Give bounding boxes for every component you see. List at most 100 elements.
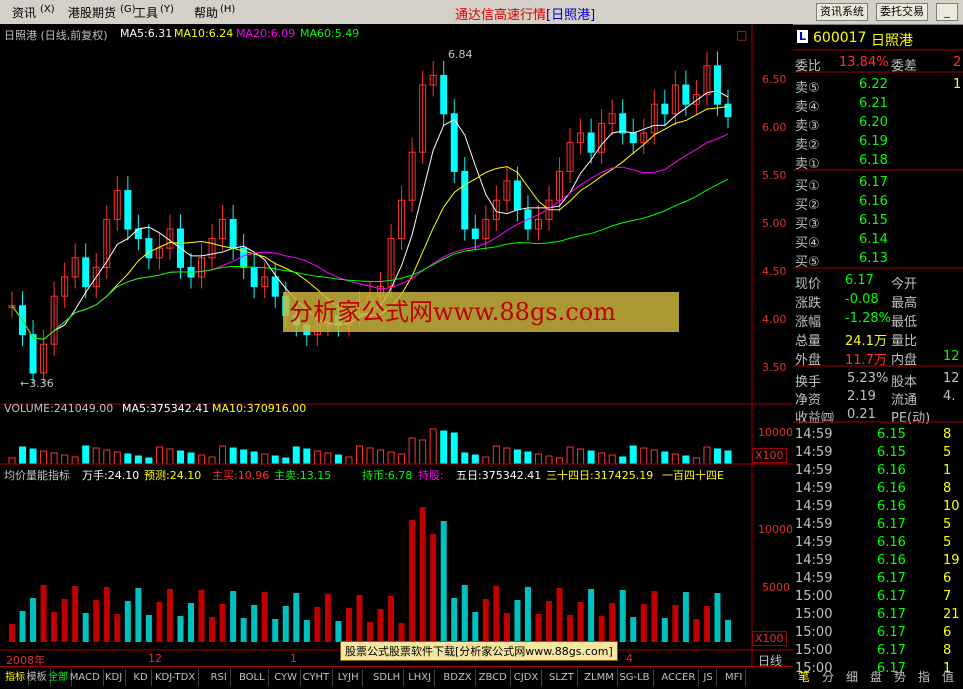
tab-cyht[interactable]: CYHT [300, 669, 334, 686]
info-system-button[interactable]: 资讯系统 [816, 3, 868, 21]
bottom-tab-1[interactable]: 分 [822, 666, 834, 688]
low-price-label: ←3.36 [20, 377, 54, 390]
menu-info[interactable]: 资讯 [12, 4, 36, 21]
kline-chart[interactable] [0, 24, 793, 666]
tick-row-cell: 14:59 [795, 535, 833, 550]
indicator-wanshou: 万手:24.10 [82, 469, 140, 482]
tick-row: 15:00 6.17 21 [793, 606, 963, 624]
tab-sdlh[interactable]: SDLH [370, 669, 405, 686]
tick-row-cell: 15:00 [795, 607, 833, 622]
indicator-bar [156, 602, 163, 642]
bid-row-cell: 6.14 [859, 232, 888, 247]
tick-row-cell: 8 [943, 481, 952, 496]
volume-bar [440, 430, 448, 465]
minimize-icon[interactable]: _ [936, 3, 958, 21]
tab-macd[interactable]: MACD [67, 669, 104, 686]
tab-zlmm[interactable]: ZLMM [581, 669, 618, 686]
candle-body [661, 103, 669, 115]
indicator-bar [272, 619, 279, 642]
y-tick: 5.50 [762, 169, 787, 182]
indicator-y-tick: 10000 [758, 523, 793, 536]
trade-button[interactable]: 委托交易 [876, 3, 928, 21]
ma60-label: MA60:5.49 [300, 27, 360, 40]
bottom-tab-5[interactable]: 指 [918, 666, 930, 688]
tab-zbcd[interactable]: ZBCD [476, 669, 511, 686]
ask-row: 卖② 6.19 [793, 133, 963, 153]
stat-row-cell: -1.28% [845, 311, 891, 326]
bottom-tab-4[interactable]: 势 [894, 666, 906, 688]
volume-bar [145, 457, 153, 465]
indicator-bar [261, 592, 268, 642]
tick-row-cell: 6.15 [877, 427, 906, 442]
volume-unit[interactable]: X100 [752, 448, 787, 463]
volume-bar [282, 457, 290, 465]
tab-kd[interactable]: KD [130, 669, 152, 686]
bottom-tab-6[interactable]: 值 [942, 666, 954, 688]
indicator-bar [177, 616, 184, 642]
stat-row: 总量 24.1万 量比 [793, 329, 963, 349]
tab-bdzx[interactable]: BDZX [440, 669, 476, 686]
tab-lhxj[interactable]: LHXJ [405, 669, 436, 686]
tab-slzt[interactable]: SLZT [546, 669, 578, 686]
tab-rsi[interactable]: RSI [208, 669, 231, 686]
menu-help-key: (H) [220, 4, 236, 15]
indicator-bar [535, 614, 542, 642]
menu-tools[interactable]: 工具 [134, 4, 158, 21]
tick-row-cell: 14:59 [795, 427, 833, 442]
tick-row-cell: 6.16 [877, 535, 906, 550]
stat-row-cell: 24.1万 [845, 334, 887, 349]
tab-cyw[interactable]: CYW [271, 669, 301, 686]
stat-row-cell: 涨跌 [795, 296, 822, 311]
tick-row-cell: 14:59 [795, 553, 833, 568]
indicator-bar [72, 586, 79, 642]
tick-row-cell: 6.16 [877, 553, 906, 568]
kline-title: 日照港 (日线,前复权) [4, 29, 108, 42]
indicator-bar [672, 605, 679, 642]
candle-body [629, 132, 637, 144]
x-label: 1 [290, 652, 297, 665]
tab-lyjh[interactable]: LYJH [335, 669, 363, 686]
menu-help[interactable]: 帮助 [194, 4, 218, 21]
stat-row-cell: -0.08 [845, 292, 879, 307]
indicator-bar [103, 587, 110, 642]
indicator-bar [251, 605, 258, 642]
expand-icon[interactable]: □ [736, 28, 747, 42]
volume-bar [124, 453, 132, 465]
tick-row-cell: 21 [943, 607, 960, 622]
indicator-chigu: 持股: [418, 469, 444, 482]
menu-hk-futures[interactable]: 港股期货 [68, 4, 116, 21]
tab-sg-lb[interactable]: SG-LB [616, 669, 654, 686]
tab-kdj[interactable]: KDJ [102, 669, 127, 686]
tab-kdj-tdx[interactable]: KDJ-TDX [152, 669, 200, 686]
volume-bar [229, 447, 237, 465]
candle-body [513, 180, 521, 211]
indicator-unit[interactable]: X100 [752, 631, 787, 646]
tab-mfi[interactable]: MFI [722, 669, 747, 686]
ask-row-cell: 卖④ [795, 100, 820, 115]
indicator-bar [651, 591, 658, 642]
bottom-tab-2[interactable]: 细 [846, 666, 858, 688]
tab-accer[interactable]: ACCER [658, 669, 700, 686]
stat-row-cell: 6.17 [845, 273, 874, 288]
indicator-bar [703, 606, 710, 642]
tab-cjdx[interactable]: CJDX [511, 669, 543, 686]
ask-row-cell: 6.20 [859, 115, 888, 130]
volume-y-tick: 10000 [758, 426, 793, 439]
footer-ad[interactable]: 股票公式股票软件下载[分析家公式网www.88gs.com] [340, 641, 618, 661]
bottom-tab-0[interactable]: 笔 [798, 666, 810, 688]
indicator-bar [419, 507, 426, 642]
stat-row-cell: 量比 [891, 334, 918, 349]
bottom-tab-3[interactable]: 盘 [870, 666, 882, 688]
volume-bar [450, 432, 458, 465]
indicator-bar [472, 612, 479, 642]
indicator-sanshisi: 三十四日:317425.19 [546, 469, 654, 482]
indicator-bar [409, 520, 416, 642]
fin-row: 净资 2.19 流通 4. [793, 388, 963, 408]
indicator-bar [577, 602, 584, 642]
tab-boll[interactable]: BOLL [236, 669, 269, 686]
indicator-bar [61, 599, 68, 642]
candle-body [124, 190, 132, 230]
tick-row-cell: 15:00 [795, 625, 833, 640]
quote-panel: L 600017 日照港 委比 13.84% 委差 2 卖⑤ 6.22 1 卖④ 6.2… [793, 26, 963, 676]
tab-js[interactable]: JS [700, 669, 717, 686]
